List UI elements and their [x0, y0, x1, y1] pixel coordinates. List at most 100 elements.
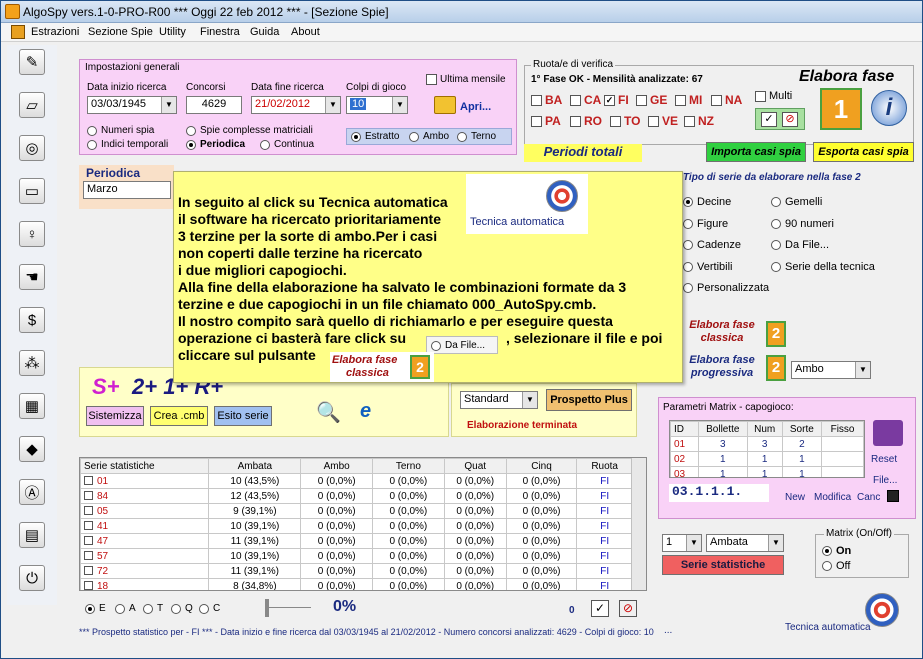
menu-about[interactable]: About	[291, 26, 320, 38]
lightbulb-icon[interactable]: ♀	[19, 221, 45, 247]
radio-numeri-spia[interactable]: Numeri spia	[87, 125, 154, 136]
radio-cadenze[interactable]: Cadenze	[683, 239, 741, 251]
col-ruota[interactable]: Ruota	[576, 458, 633, 474]
menu-sezione-spie[interactable]: Sezione Spie	[88, 26, 153, 38]
row-checkbox[interactable]	[84, 490, 93, 500]
matrix-col-num[interactable]: Num	[746, 421, 783, 437]
elabora-progressiva-button[interactable]: 2	[766, 355, 786, 381]
matrix-row[interactable]: 03 1 1 1	[670, 466, 864, 477]
letter-a-icon[interactable]: Ⓐ	[19, 479, 45, 505]
radio-decine[interactable]: Decine	[683, 196, 731, 208]
menu-guida[interactable]: Guida	[250, 26, 279, 38]
table-row[interactable]: 57 10 (39,1%) 0 (0,0%) 0 (0,0%) 0 (0,0%) 0 (0…	[80, 548, 633, 564]
elabora-classica-button[interactable]: 2	[766, 321, 786, 347]
radio-continua[interactable]: Continua	[260, 139, 314, 150]
book-icon[interactable]: ▤	[19, 522, 45, 548]
matrix-col-bollette[interactable]: Bollette	[697, 421, 748, 437]
radio-c[interactable]: C	[199, 603, 220, 614]
info-icon[interactable]: i	[871, 90, 907, 126]
serie-num-select[interactable]: 1 ▼	[662, 534, 702, 552]
matrix-modifica-button[interactable]: Modifica	[814, 492, 851, 503]
menu-estrazioni[interactable]: Estrazioni	[31, 26, 79, 38]
power-icon[interactable]: ⏻	[19, 565, 45, 591]
magnifier-icon[interactable]: 🔍	[316, 400, 342, 426]
ruota-ge[interactable]: GE	[636, 93, 667, 107]
menu-finestra[interactable]: Finestra	[200, 26, 240, 38]
radio-t[interactable]: T	[143, 603, 163, 614]
radio-gemelli[interactable]: Gemelli	[771, 196, 822, 208]
ruota-nz[interactable]: NZ	[684, 114, 714, 128]
row-checkbox[interactable]	[84, 505, 93, 515]
matrix-file-button[interactable]: File...	[873, 475, 897, 486]
table-row[interactable]: 47 11 (39,1%) 0 (0,0%) 0 (0,0%) 0 (0,0%) 0 (0…	[80, 533, 633, 549]
table-row[interactable]: 05 9 (39,1%) 0 (0,0%) 0 (0,0%) 0 (0,0%) 0 (0,…	[80, 503, 633, 519]
matrix-canc-button[interactable]: Canc	[857, 492, 880, 503]
table-row[interactable]: 01 10 (43,5%) 0 (0,0%) 0 (0,0%) 0 (0,0%) 0 (0…	[80, 473, 633, 489]
calendar-icon[interactable]: ▦	[19, 393, 45, 419]
battery-icon[interactable]: ▭	[19, 178, 45, 204]
radio-q[interactable]: Q	[171, 603, 193, 614]
periodica-select[interactable]: Marzo	[83, 181, 171, 199]
ruota-mi[interactable]: MI	[675, 93, 702, 107]
radio-figure[interactable]: Figure	[683, 218, 728, 230]
radio-matrix-off[interactable]: Off	[822, 560, 850, 572]
table-row[interactable]: 84 12 (43,5%) 0 (0,0%) 0 (0,0%) 0 (0,0%) 0 (0…	[80, 488, 633, 504]
row-checkbox[interactable]	[84, 475, 93, 485]
matrix-col-id[interactable]: ID	[670, 421, 699, 437]
pencil-icon[interactable]: ✎	[19, 49, 45, 75]
stats-scrollbar[interactable]	[631, 458, 646, 590]
matrix-reset-button[interactable]: Reset	[871, 454, 897, 465]
col-ambo[interactable]: Ambo	[300, 458, 374, 474]
radio-e[interactable]: E	[85, 603, 106, 614]
elabora-fase1-button[interactable]: 1	[820, 88, 862, 130]
crea-cmb-button[interactable]: Crea .cmb	[150, 406, 208, 426]
ultima-mensile-checkbox[interactable]: Ultima mensile	[426, 74, 506, 85]
matrix-col-fisso[interactable]: Fisso	[821, 421, 864, 437]
table-row[interactable]: 41 10 (39,1%) 0 (0,0%) 0 (0,0%) 0 (0,0%) 0 (0…	[80, 518, 633, 534]
internet-explorer-icon[interactable]: e	[360, 400, 386, 426]
radio-estratto[interactable]: Estratto	[351, 131, 399, 142]
ruota-fi[interactable]: ✓ FI	[604, 93, 629, 107]
radio-vertibili[interactable]: Vertibili	[683, 261, 732, 273]
concorsi-input[interactable]: 4629	[186, 96, 242, 114]
row-checkbox[interactable]	[84, 550, 93, 560]
row-checkbox[interactable]	[84, 535, 93, 545]
eraser-icon[interactable]: ▱	[19, 92, 45, 118]
matrix-row[interactable]: 02 1 1 1	[670, 451, 864, 467]
radio-terno[interactable]: Terno	[457, 131, 496, 142]
ruota-ve[interactable]: VE	[648, 114, 678, 128]
clear-all-icon[interactable]: ⊘	[782, 112, 798, 127]
prospetto-plus-button[interactable]: Prospetto Plus	[546, 389, 632, 411]
ruota-ba[interactable]: BA	[531, 93, 562, 107]
dollar-icon[interactable]: $	[19, 307, 45, 333]
matrix-col-sorte[interactable]: Sorte	[781, 421, 823, 437]
standard-select[interactable]: Standard ▼	[460, 391, 538, 409]
compass-icon[interactable]: ◎	[19, 135, 45, 161]
multi-checkbox[interactable]: Multi	[755, 90, 792, 102]
hand-icon[interactable]: ☚	[19, 264, 45, 290]
diamond-icon[interactable]: ◆	[19, 436, 45, 462]
sistemizza-button[interactable]: Sistemizza	[86, 406, 144, 426]
apri-link[interactable]: Apri...	[460, 101, 491, 113]
radio-da-file[interactable]: Da File...	[771, 239, 829, 251]
esporta-casi-spia-button[interactable]: Esporta casi spia	[813, 142, 914, 162]
save-icon[interactable]	[887, 490, 899, 502]
tecnica-automatica-button[interactable]: Tecnica automatica	[785, 622, 871, 633]
table-row[interactable]: 18 8 (34,8%) 0 (0,0%) 0 (0,0%) 0 (0,0%) 0 (0,…	[80, 578, 633, 590]
ruota-ca[interactable]: CA	[570, 93, 601, 107]
data-fine-input[interactable]: 21/02/2012 ▼	[251, 96, 341, 114]
serie-sorte-select[interactable]: Ambata ▼	[706, 534, 784, 552]
radio-periodica[interactable]: Periodica	[186, 139, 245, 150]
ruota-ro[interactable]: RO	[570, 114, 602, 128]
radio-ambo[interactable]: Ambo	[409, 131, 449, 142]
table-row[interactable]: 72 11 (39,1%) 0 (0,0%) 0 (0,0%) 0 (0,0%) 0 (0…	[80, 563, 633, 579]
radio-spie-complesse[interactable]: Spie complesse matriciali	[186, 125, 313, 136]
check-all-icon[interactable]: ✓	[761, 112, 777, 127]
radio-personalizzata[interactable]: Personalizzata	[683, 282, 769, 294]
mdi-child-icon[interactable]	[11, 25, 25, 39]
progressiva-sorte-select[interactable]: Ambo ▼	[791, 361, 871, 379]
col-terno[interactable]: Terno	[372, 458, 445, 474]
folder-icon[interactable]	[434, 96, 456, 114]
col-ambata[interactable]: Ambata	[208, 458, 302, 474]
row-checkbox[interactable]	[84, 520, 93, 530]
